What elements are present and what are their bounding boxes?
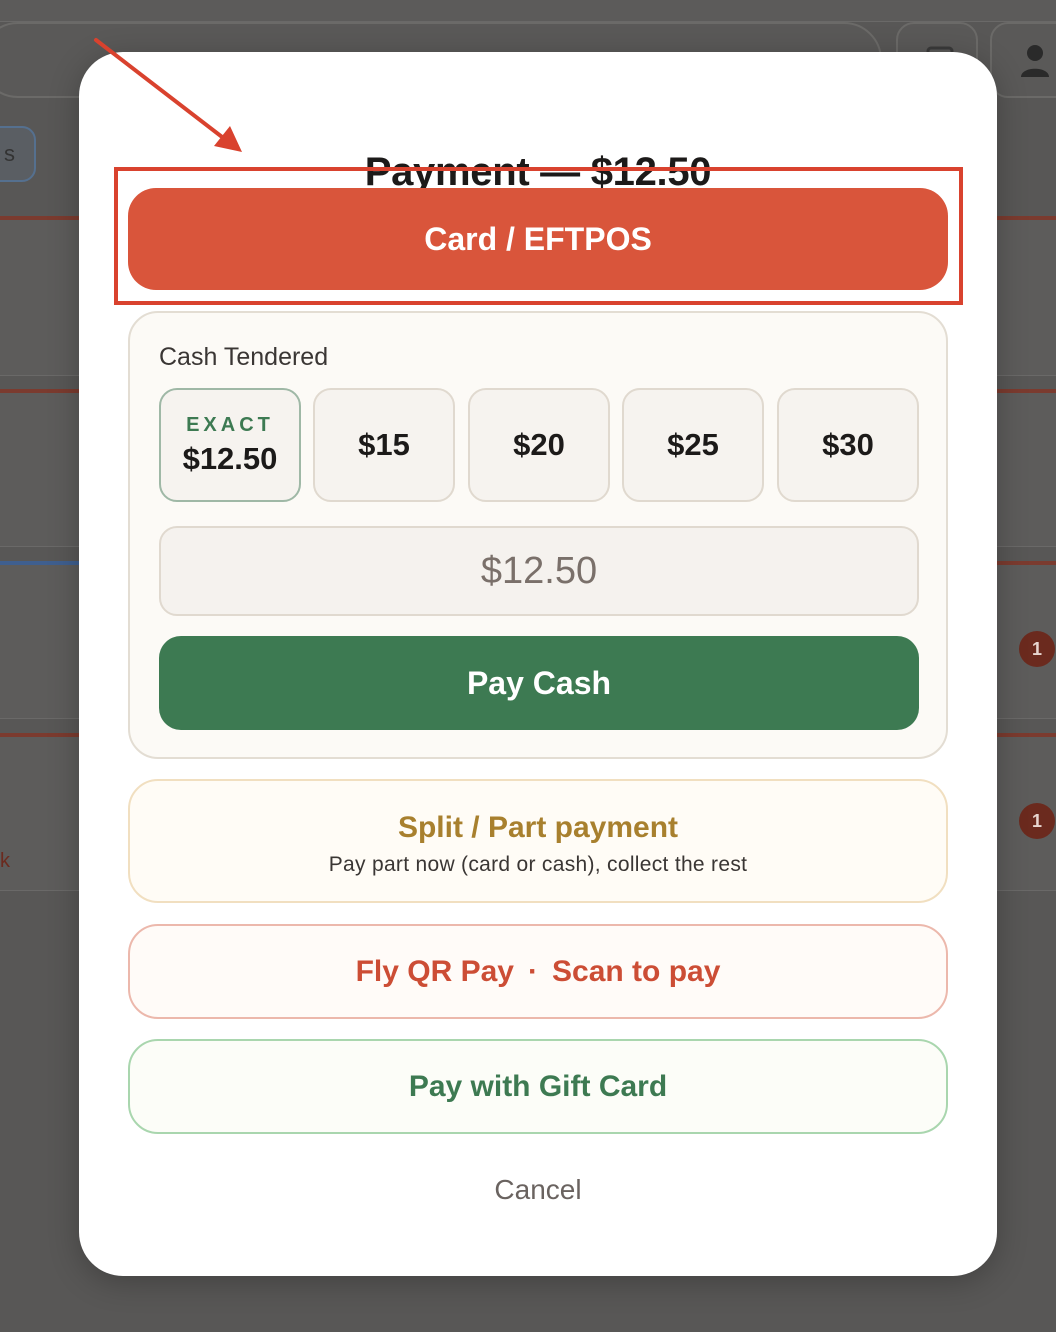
qr-pay-label: Fly QR Pay — [355, 955, 514, 988]
exact-tag: EXACT — [186, 414, 274, 436]
bg-order-card — [0, 733, 80, 891]
split-payment-subtitle: Pay part now (card or cash), collect the… — [328, 853, 748, 876]
gift-card-button[interactable]: Pay with Gift Card — [128, 1039, 948, 1134]
bg-order-card — [997, 216, 1056, 376]
cash-tendered-label: Cash Tendered — [159, 343, 329, 371]
split-payment-title: Split / Part payment — [397, 811, 679, 844]
exact-amount: $12.50 — [182, 441, 278, 476]
quick-amount-row: EXACT $12.50 $15 $20 $25 $30 — [159, 388, 919, 502]
quick-amount-button[interactable]: $20 — [468, 388, 610, 502]
card-eftpos-button[interactable]: Card / EFTPOS — [128, 188, 948, 290]
quick-amount-button[interactable]: $30 — [777, 388, 919, 502]
quick-amount-button[interactable]: $15 — [313, 388, 455, 502]
app-screen: s 1 1 k Payment — $12.50 Card / EFTPOS C… — [0, 0, 1056, 1332]
user-icon — [1021, 45, 1049, 77]
bg-top-bar — [0, 0, 1056, 22]
bg-order-card — [0, 389, 80, 547]
bg-order-card — [997, 389, 1056, 547]
bg-order-card — [0, 216, 80, 376]
cancel-button[interactable]: Cancel — [79, 1174, 997, 1206]
pay-cash-button[interactable]: Pay Cash — [159, 636, 919, 730]
bg-order-card — [0, 561, 80, 719]
payment-modal: Payment — $12.50 Card / EFTPOS Cash Tend… — [79, 52, 997, 1276]
bg-category-pill: s — [0, 126, 36, 182]
qr-pay-button[interactable]: Fly QR Pay · Scan to pay — [128, 924, 948, 1019]
split-payment-button[interactable]: Split / Part payment Pay part now (card … — [128, 779, 948, 903]
cash-tendered-panel: Cash Tendered EXACT $12.50 $15 $20 $25 $… — [128, 311, 948, 759]
qr-separator: · — [528, 955, 538, 988]
quick-amount-exact-button[interactable]: EXACT $12.50 — [159, 388, 301, 502]
bg-count-badge: 1 — [1019, 803, 1055, 839]
bg-edge-text: k — [0, 850, 10, 872]
cash-amount-input[interactable] — [159, 526, 919, 616]
qr-pay-sublabel: Scan to pay — [552, 955, 721, 988]
bg-count-badge: 1 — [1019, 631, 1055, 667]
bg-user-button — [990, 22, 1056, 98]
quick-amount-button[interactable]: $25 — [622, 388, 764, 502]
